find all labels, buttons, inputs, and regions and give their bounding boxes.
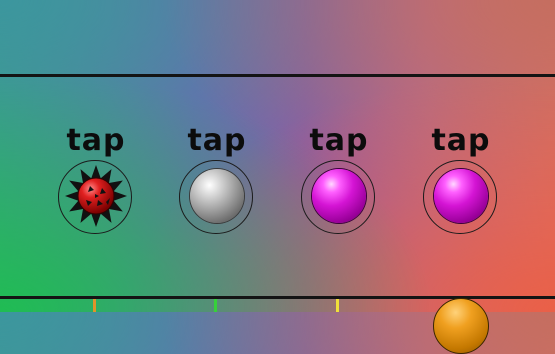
top-divider-line: [0, 74, 555, 77]
magenta-ball-icon[interactable]: [312, 169, 366, 223]
green-peg: [214, 299, 217, 312]
orange-peg: [93, 299, 96, 312]
tap-slot-4[interactable]: tap: [411, 122, 511, 242]
yellow-peg: [336, 299, 339, 312]
bottom-divider-line: [0, 296, 555, 299]
red-spiky-ball-icon[interactable]: [62, 162, 130, 230]
tap-label: tap: [309, 123, 369, 158]
tap-label: tap: [431, 123, 491, 158]
orange-ball-icon[interactable]: [433, 298, 489, 354]
silver-ball-icon[interactable]: [190, 169, 244, 223]
magenta-ball-icon[interactable]: [434, 169, 488, 223]
tap-label: tap: [187, 123, 247, 158]
tap-label: tap: [66, 123, 126, 158]
tap-slot-2[interactable]: tap: [167, 122, 267, 242]
tap-slot-3[interactable]: tap: [289, 122, 389, 242]
tap-slot-1[interactable]: tap: [46, 122, 146, 242]
